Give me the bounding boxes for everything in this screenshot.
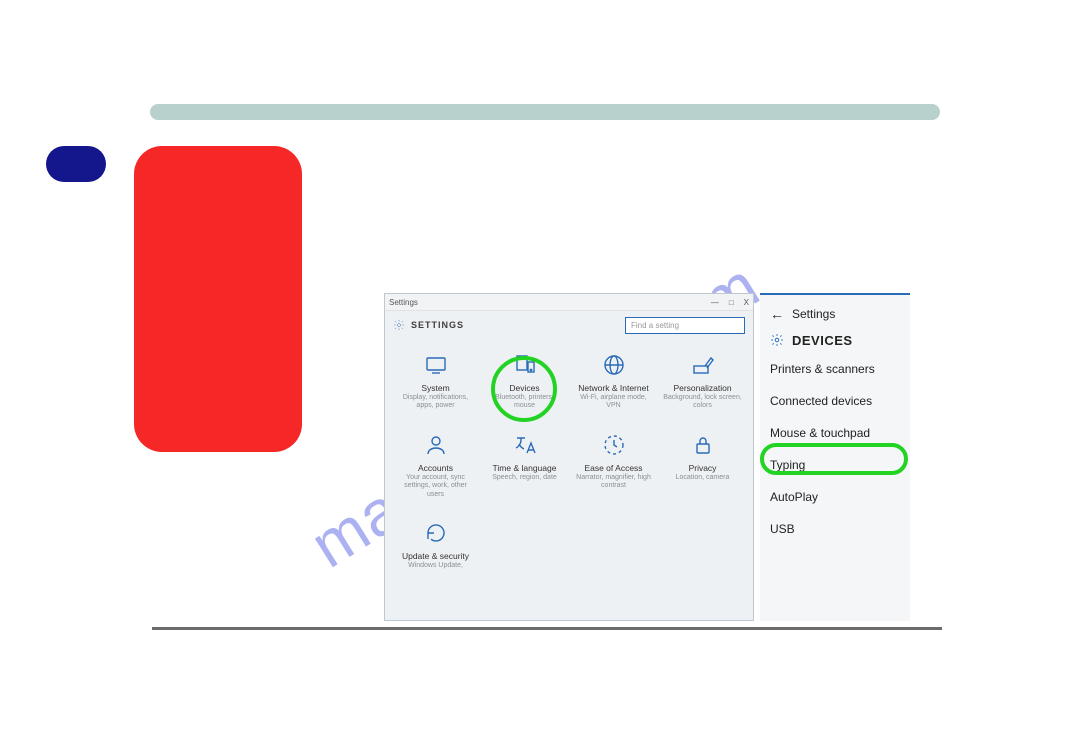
tile-subtitle: Background, lock screen, colors [663,394,743,411]
sidebar-item-connected-devices[interactable]: Connected devices [760,385,910,417]
tile-title: Time & language [493,463,557,473]
tile-accounts[interactable]: Accounts Your account, sync settings, wo… [391,433,480,499]
back-label: Settings [792,307,835,321]
decorative-red-block [134,146,302,452]
close-button[interactable]: X [744,298,749,307]
devices-section-header: DEVICES [760,327,910,353]
settings-tiles-grid: System Display, notifications, apps, pow… [385,339,753,570]
paint-icon [691,353,715,377]
tile-subtitle: Windows Update, [408,562,463,570]
tile-subtitle: Display, notifications, apps, power [396,394,476,411]
tile-privacy[interactable]: Privacy Location, camera [658,433,747,499]
minimize-button[interactable]: — [711,298,719,307]
search-input[interactable]: Find a setting [625,317,745,334]
gear-icon [393,319,405,331]
highlight-circle-mouse-touchpad [760,443,908,475]
highlight-circle-devices [491,356,557,422]
language-icon [513,433,537,457]
decorative-footer-rule [152,627,942,630]
tile-title: Accounts [418,463,453,473]
devices-section-title: DEVICES [792,333,853,348]
sidebar-item-usb[interactable]: USB [760,513,910,545]
sidebar-item-label: Mouse & touchpad [770,426,870,440]
maximize-button[interactable]: □ [729,298,734,307]
person-icon [424,433,448,457]
settings-window: Settings — □ X SETTINGS Find a setting S… [384,293,754,621]
sidebar-item-label: USB [770,522,795,536]
search-placeholder: Find a setting [631,321,679,330]
page: manualshive.com Settings — □ X SETTINGS … [0,0,1071,755]
tile-network[interactable]: Network & Internet Wi-Fi, airplane mode,… [569,353,658,411]
tile-update-security[interactable]: Update & security Windows Update, [391,521,480,570]
decorative-blue-pill [46,146,106,182]
tile-time-language[interactable]: Time & language Speech, region, date [480,433,569,499]
sidebar-item-autoplay[interactable]: AutoPlay [760,481,910,513]
back-to-settings[interactable]: ← Settings [760,301,910,327]
sidebar-item-printers[interactable]: Printers & scanners [760,353,910,385]
lock-icon [691,433,715,457]
window-controls: — □ X [711,298,749,307]
tile-title: Privacy [689,463,717,473]
tile-subtitle: Your account, sync settings, work, other… [396,474,476,499]
tile-title: Personalization [673,383,731,393]
gear-icon [770,333,784,347]
decorative-header-bar [150,104,940,120]
tile-title: System [421,383,449,393]
tile-personalization[interactable]: Personalization Background, lock screen,… [658,353,747,411]
tile-subtitle: Narrator, magnifier, high contrast [574,474,654,491]
tile-subtitle: Location, camera [676,474,730,482]
sidebar-item-label: Connected devices [770,394,872,408]
settings-header: SETTINGS Find a setting [385,311,753,339]
tile-subtitle: Wi-Fi, airplane mode, VPN [574,394,654,411]
display-icon [424,353,448,377]
back-arrow-icon: ← [770,306,784,322]
tile-subtitle: Speech, region, date [492,474,557,482]
sidebar-item-label: AutoPlay [770,490,818,504]
tile-system[interactable]: System Display, notifications, apps, pow… [391,353,480,411]
tile-title: Ease of Access [584,463,642,473]
settings-heading: SETTINGS [411,320,464,330]
window-titlebar: Settings — □ X [385,294,753,311]
globe-icon [602,353,626,377]
tile-title: Network & Internet [578,383,648,393]
update-icon [424,521,448,545]
tile-ease-of-access[interactable]: Ease of Access Narrator, magnifier, high… [569,433,658,499]
settings-header-left: SETTINGS [393,319,464,331]
sidebar-item-label: Printers & scanners [770,362,875,376]
ease-of-access-icon [602,433,626,457]
tile-title: Update & security [402,551,469,561]
window-title: Settings [389,298,418,307]
